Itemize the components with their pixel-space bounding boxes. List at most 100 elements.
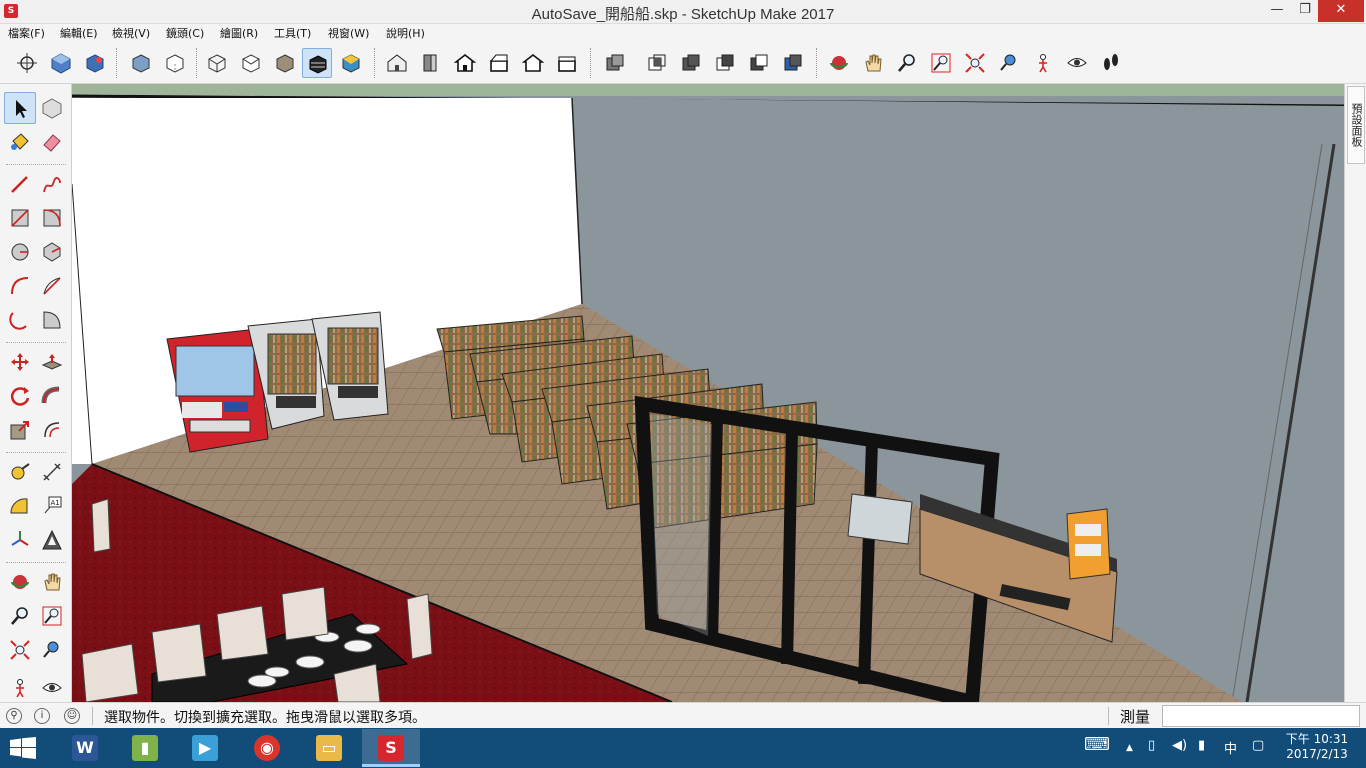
- pie-icon[interactable]: [36, 304, 68, 336]
- zoom-icon[interactable]: [892, 48, 922, 78]
- protractor-icon[interactable]: [4, 490, 36, 522]
- previous-view-tool-icon[interactable]: [36, 634, 68, 666]
- zoom-window-icon[interactable]: [926, 48, 956, 78]
- menu-view[interactable]: 檢視(V): [112, 25, 150, 41]
- circle-icon[interactable]: [4, 236, 36, 268]
- left-house-icon[interactable]: [552, 48, 582, 78]
- taskbar-sketchup[interactable]: S: [362, 729, 420, 767]
- close-button[interactable]: ✕: [1318, 0, 1364, 22]
- right-house-icon[interactable]: [484, 48, 514, 78]
- battery-icon[interactable]: ▮: [1198, 738, 1205, 753]
- walk-icon[interactable]: [1096, 48, 1126, 78]
- menu-draw[interactable]: 繪圖(R): [220, 25, 258, 41]
- maximize-button[interactable]: ❐: [1290, 0, 1320, 22]
- zoom-extents-tool-icon[interactable]: [4, 634, 36, 666]
- look-around-tool-icon[interactable]: [36, 672, 68, 704]
- action-center-icon[interactable]: ▢: [1252, 738, 1264, 753]
- wireframe-style-icon[interactable]: [202, 48, 232, 78]
- scale-icon[interactable]: [4, 414, 36, 446]
- taskbar-file-explorer[interactable]: ▭: [300, 729, 358, 767]
- line-pencil-icon[interactable]: [4, 168, 36, 200]
- tape-measure-icon[interactable]: [4, 456, 36, 488]
- menu-file[interactable]: 檔案(F): [8, 25, 45, 41]
- pan-tool-icon[interactable]: [36, 566, 68, 598]
- chrome-icon: ◉: [254, 735, 280, 761]
- default-tray-tab[interactable]: 預設面板: [1347, 86, 1365, 164]
- subtract-icon[interactable]: [710, 48, 740, 78]
- back-edges-style-icon[interactable]: [160, 48, 190, 78]
- previous-view-icon[interactable]: [994, 48, 1024, 78]
- three-point-arc-icon[interactable]: [4, 304, 36, 336]
- minimize-button[interactable]: —: [1262, 0, 1292, 22]
- hidden-line-style-icon[interactable]: [236, 48, 266, 78]
- union-icon[interactable]: [676, 48, 706, 78]
- two-point-arc-icon[interactable]: [36, 270, 68, 302]
- rotated-rectangle-icon[interactable]: [36, 202, 68, 234]
- orbit-tool-icon[interactable]: [4, 566, 36, 598]
- arc-icon[interactable]: [4, 270, 36, 302]
- geo-location-icon[interactable]: ⚲: [6, 708, 22, 724]
- volume-icon[interactable]: ◀): [1172, 738, 1187, 753]
- make-component-icon[interactable]: [36, 92, 68, 124]
- text-label-icon[interactable]: A1: [36, 490, 68, 522]
- eraser-icon[interactable]: [36, 126, 68, 158]
- top-house-icon[interactable]: [416, 48, 446, 78]
- back-house-icon[interactable]: [518, 48, 548, 78]
- intersect-icon[interactable]: [642, 48, 672, 78]
- keyboard-icon[interactable]: ⌨: [1084, 734, 1110, 755]
- 3d-text-icon[interactable]: [36, 524, 68, 556]
- position-camera-icon[interactable]: [1028, 48, 1058, 78]
- trim-icon[interactable]: [744, 48, 774, 78]
- push-pull-icon[interactable]: [36, 346, 68, 378]
- orbit-icon[interactable]: [824, 48, 854, 78]
- model-viewport[interactable]: [72, 84, 1344, 702]
- freehand-icon[interactable]: [36, 168, 68, 200]
- zoom-window-tool-icon[interactable]: [36, 600, 68, 632]
- paint-bucket-icon[interactable]: [4, 126, 36, 158]
- taskbar-word[interactable]: W: [56, 729, 114, 767]
- scene-drawing: [72, 84, 1344, 702]
- follow-me-icon[interactable]: [36, 380, 68, 412]
- taskbar-sticky-notes[interactable]: ▮: [116, 729, 174, 767]
- shaded-style-icon[interactable]: [270, 48, 300, 78]
- position-camera-tool-icon[interactable]: [4, 672, 36, 704]
- menu-camera[interactable]: 鏡頭(C): [166, 25, 204, 41]
- menu-tools[interactable]: 工具(T): [274, 25, 311, 41]
- polygon-icon[interactable]: [36, 236, 68, 268]
- menu-edit[interactable]: 編輯(E): [60, 25, 98, 41]
- taskbar-clock[interactable]: 下午 10:31 2017/2/13: [1282, 732, 1352, 762]
- menu-help[interactable]: 說明(H): [386, 25, 425, 41]
- xray-style-icon[interactable]: [126, 48, 156, 78]
- window-title: AutoSave_開船船.skp - SketchUp Make 2017: [531, 6, 835, 23]
- ime-indicator[interactable]: 中: [1224, 738, 1237, 757]
- iso-view-icon[interactable]: [46, 48, 76, 78]
- user-icon[interactable]: ☺: [64, 708, 80, 724]
- taskbar-media-player[interactable]: ▶: [176, 729, 234, 767]
- look-around-icon[interactable]: [1062, 48, 1092, 78]
- split-icon[interactable]: [778, 48, 808, 78]
- offset-icon[interactable]: [36, 414, 68, 446]
- axes-icon[interactable]: [12, 48, 42, 78]
- zoom-tool-icon[interactable]: [4, 600, 36, 632]
- axes-tool-icon[interactable]: [4, 524, 36, 556]
- taskbar-chrome[interactable]: ◉: [238, 729, 296, 767]
- iso-house-icon[interactable]: [382, 48, 412, 78]
- pan-icon[interactable]: [858, 48, 888, 78]
- menu-window[interactable]: 視窗(W): [328, 25, 369, 41]
- show-hidden-icons-icon[interactable]: ▲: [1126, 743, 1133, 753]
- rotate-icon[interactable]: [4, 380, 36, 412]
- move-icon[interactable]: [4, 346, 36, 378]
- front-house-icon[interactable]: [450, 48, 480, 78]
- shaded-textures-style-icon[interactable]: [302, 48, 332, 78]
- zoom-extents-icon[interactable]: [960, 48, 990, 78]
- measurements-input[interactable]: [1162, 705, 1360, 727]
- solid-outer-shell-icon[interactable]: [600, 48, 630, 78]
- network-icon[interactable]: ▯: [1148, 738, 1155, 753]
- rectangle-icon[interactable]: [4, 202, 36, 234]
- info-icon[interactable]: i: [34, 708, 50, 724]
- monochrome-style-icon[interactable]: [336, 48, 366, 78]
- select-arrow-icon[interactable]: [4, 92, 36, 124]
- dimension-icon[interactable]: [36, 456, 68, 488]
- iso-view-alt-icon[interactable]: [80, 48, 110, 78]
- windows-start-icon[interactable]: [10, 737, 36, 759]
